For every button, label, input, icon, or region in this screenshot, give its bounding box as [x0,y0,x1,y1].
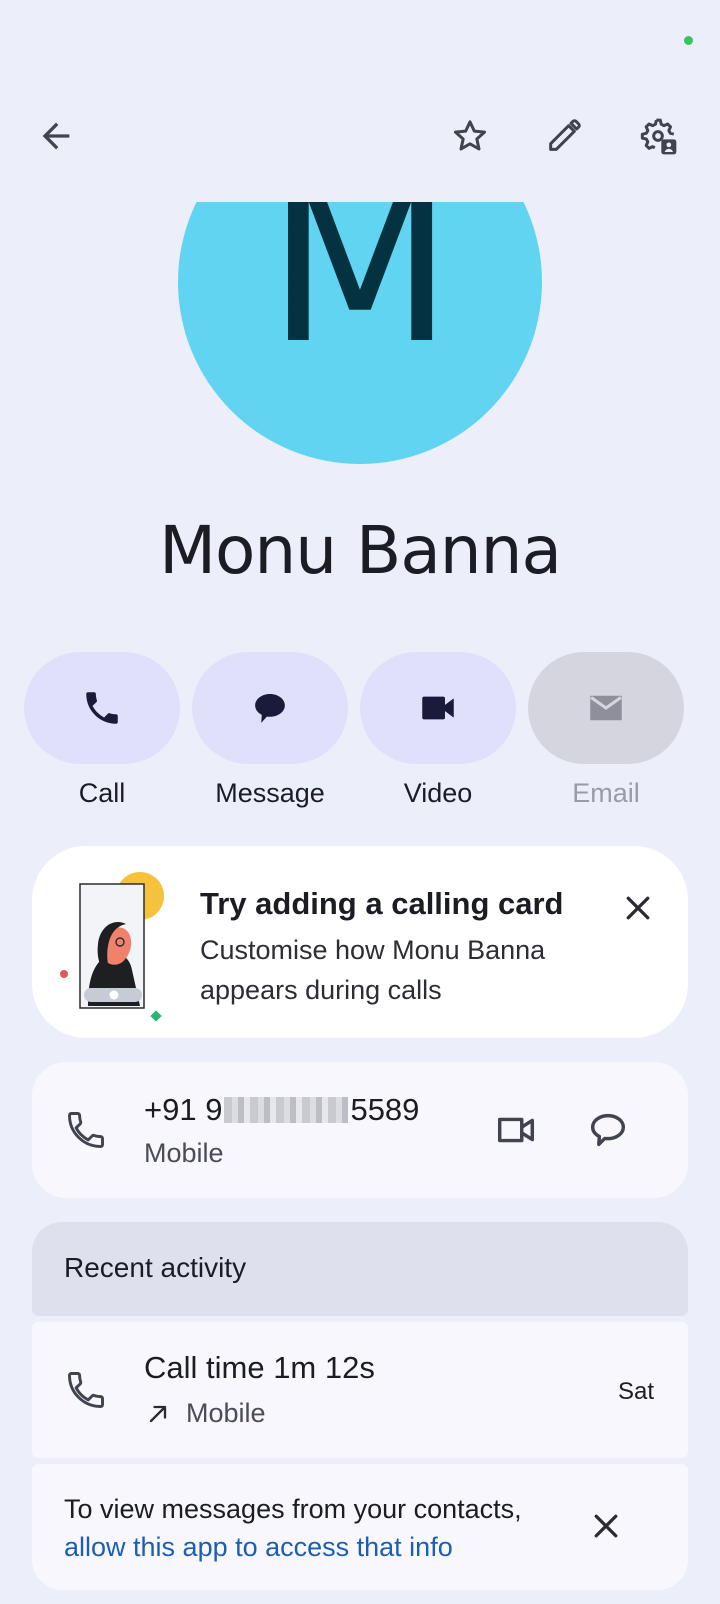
message-action-pill [192,652,348,764]
avatar-container: M [0,202,720,464]
phone-number: +91 9 5589 [144,1092,419,1128]
close-icon [626,896,650,920]
favorite-button[interactable] [442,108,498,164]
contact-settings-icon [640,118,677,155]
email-action-pill [528,652,684,764]
phone-number-row[interactable]: +91 9 5589 Mobile [32,1062,688,1198]
message-action-label: Message [215,778,325,808]
contact-name: Monu Banna [159,512,562,589]
phone-icon [86,692,118,724]
promo-title: Try adding a calling card [200,886,564,921]
phone-row-icon [60,1104,112,1156]
promo-body: Customise how Monu Banna appears during … [200,935,546,1005]
top-app-bar [0,100,720,176]
permission-link[interactable]: allow this app to access that info [64,1532,453,1562]
recent-call-icon [60,1364,112,1416]
call-action-button[interactable]: Call [24,652,180,822]
phone-outline-icon [68,1372,104,1408]
call-type-label: Mobile [186,1398,266,1428]
call-duration: Call time 1m 12s [144,1350,375,1385]
mail-icon [590,695,622,721]
redacted-digits [224,1097,349,1123]
message-number-button[interactable] [578,1100,638,1160]
video-action-button[interactable]: Video [360,652,516,822]
pencil-icon [549,119,581,151]
video-camera-icon [422,696,454,720]
outgoing-arrow-icon [149,1405,167,1422]
back-button[interactable] [28,108,84,164]
recent-activity-header: Recent activity [32,1222,688,1316]
permission-text: To view messages from your contacts, [64,1494,522,1524]
email-action-label: Email [572,778,640,808]
recent-activity-title: Recent activity [64,1252,247,1283]
call-day: Sat [617,1378,654,1405]
star-outline-icon [454,120,486,151]
permission-text-block: To view messages from your contacts, all… [64,1490,584,1566]
close-icon [594,1514,618,1538]
arrow-left-icon [42,122,70,150]
message-action-button[interactable]: Message [192,652,348,822]
call-action-label: Call [78,778,126,808]
email-action-button[interactable]: Email [528,652,684,822]
calling-card-illustration [60,872,164,1022]
quick-actions: Call Message Video Email [24,652,696,822]
avatar: M [178,202,542,464]
chat-bubble-icon [255,694,285,723]
recent-call-row[interactable]: Call time 1m 12s Mobile Sat [32,1322,688,1458]
chat-bubble-outline-icon [590,1113,626,1147]
avatar-initial: M [266,202,454,391]
phone-number-suffix: 5589 [350,1092,420,1127]
phone-outline-icon [68,1112,104,1148]
video-call-number-button[interactable] [486,1100,546,1160]
edit-button[interactable] [536,108,592,164]
call-subtitle: Mobile [144,1398,266,1429]
permission-close-button[interactable] [578,1498,634,1554]
status-indicator-dot [684,36,693,45]
promo-close-button[interactable] [610,880,666,936]
phone-type-label: Mobile [144,1138,224,1168]
call-action-pill [24,652,180,764]
contact-settings-button[interactable] [630,108,686,164]
phone-number-prefix: +91 9 [144,1092,223,1127]
calling-card-promo[interactable]: Try adding a calling card Customise how … [32,846,688,1038]
message-permission-card: To view messages from your contacts, all… [32,1464,688,1590]
video-action-pill [360,652,516,764]
video-camera-outline-icon [497,1117,535,1143]
video-action-label: Video [403,778,473,808]
